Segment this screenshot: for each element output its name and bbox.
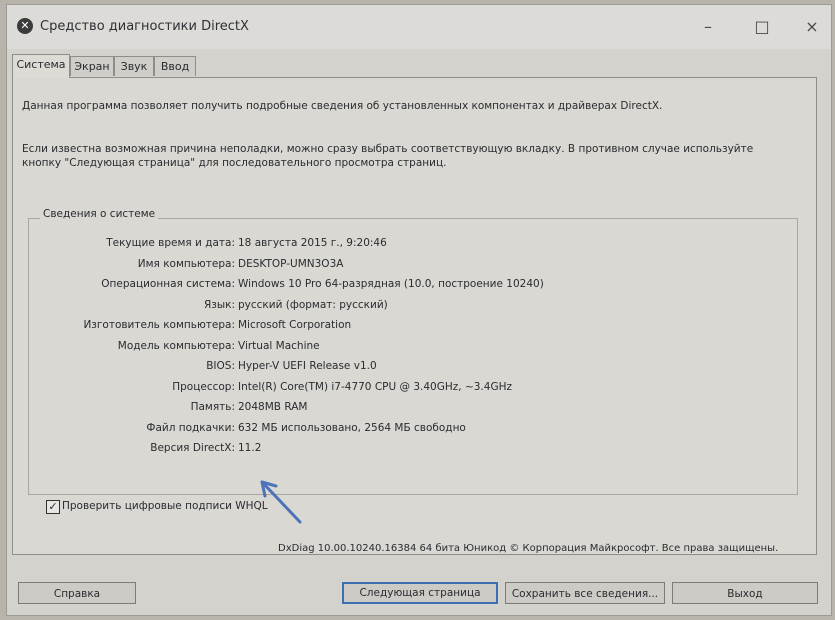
help-button[interactable]: Справка [18, 582, 136, 604]
save-all-info-button[interactable]: Сохранить все сведения... [505, 582, 665, 604]
next-page-button[interactable]: Следующая страница [342, 582, 498, 604]
whql-checkbox[interactable]: ✓ [46, 500, 60, 514]
whql-checkbox-label: Проверить цифровые подписи WHQL [62, 500, 268, 512]
tab-system[interactable]: Система [12, 54, 70, 78]
copyright-footer: DxDiag 10.00.10240.16384 64 бита Юникод … [278, 543, 779, 554]
annotation-arrow [260, 480, 302, 524]
exit-button[interactable]: Выход [672, 582, 818, 604]
